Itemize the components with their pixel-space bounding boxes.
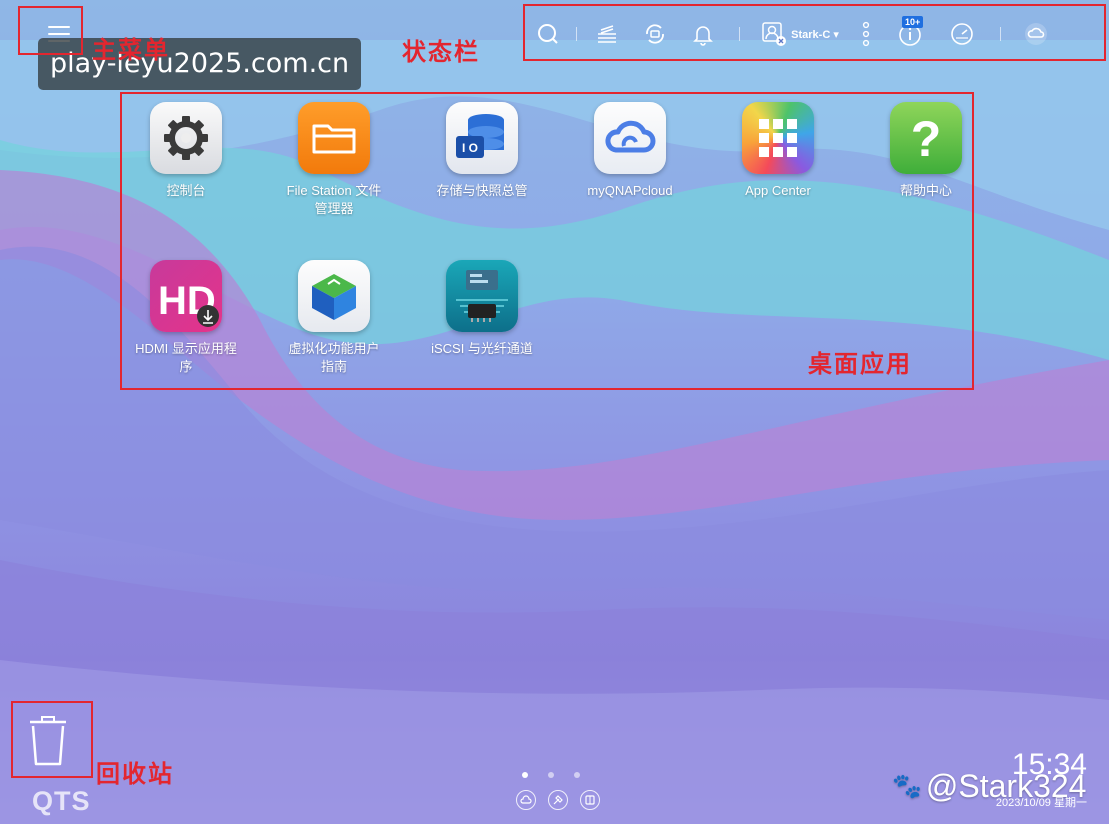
gauge-icon <box>951 23 973 45</box>
status-bar: Stark-C ▾ 10+ <box>526 8 1106 60</box>
app-virtualization-guide[interactable]: 虚拟化功能用户 指南 <box>270 260 398 376</box>
desktop-apps: 控制台 File Station 文件 管理器 I O 存储与快照总管 myQN… <box>122 94 972 388</box>
page-dot-3[interactable] <box>574 772 580 778</box>
svg-text:?: ? <box>911 111 942 167</box>
app-hdmi-display[interactable]: HD HDMI 显示应用程 序 <box>122 260 250 376</box>
desktop-page-indicator <box>522 772 580 778</box>
search-button[interactable] <box>526 14 570 54</box>
server-icon <box>446 260 518 332</box>
app-help-center[interactable]: ? 帮助中心 <box>862 102 990 200</box>
cloud-icon <box>594 102 666 174</box>
app-file-station[interactable]: File Station 文件 管理器 <box>270 102 398 218</box>
watermark-url: play-leyu2025.com.cn <box>38 38 362 90</box>
dock-button-cloud[interactable] <box>516 790 536 810</box>
app-app-center[interactable]: App Center <box>714 102 842 200</box>
app-myqnapcloud[interactable]: myQNAPcloud <box>566 102 694 200</box>
sync-button[interactable] <box>631 14 679 54</box>
annotation-label-status-bar: 状态栏 <box>402 37 480 66</box>
qts-logo: QTS <box>32 786 91 816</box>
app-iscsi-fc[interactable]: iSCSI 与光纤通道 <box>418 260 546 358</box>
app-label: 控制台 <box>166 183 206 198</box>
hd-icon: HD <box>150 260 222 332</box>
clock-time: 15:34 <box>1011 748 1087 781</box>
app-label: iSCSI 与光纤通道 <box>431 341 533 356</box>
app-control-panel[interactable]: 控制台 <box>122 102 250 200</box>
page-dot-1[interactable] <box>522 772 528 778</box>
app-label: HDMI 显示应用程 序 <box>135 341 237 374</box>
more-vertical-icon <box>862 21 870 47</box>
notifications-button[interactable] <box>679 14 727 54</box>
gear-icon <box>150 102 222 174</box>
page-dot-2[interactable] <box>548 772 554 778</box>
myqnapcloud-status-button[interactable] <box>1013 14 1059 54</box>
weibo-paw-icon: 🐾 <box>892 773 922 800</box>
app-label: App Center <box>745 183 811 198</box>
folder-icon <box>298 102 370 174</box>
background-tasks-button[interactable] <box>583 14 631 54</box>
recycle-bin[interactable] <box>24 712 72 768</box>
status-separator <box>576 27 577 41</box>
status-separator <box>1000 27 1001 41</box>
app-label: File Station 文件 管理器 <box>286 183 382 216</box>
window-icon <box>585 795 595 805</box>
database-icon: I O <box>446 102 518 174</box>
trash-icon <box>30 716 66 766</box>
system-info-button[interactable]: 10+ <box>884 14 936 54</box>
svg-text:I O: I O <box>462 141 478 155</box>
dock <box>516 790 600 810</box>
app-label: myQNAPcloud <box>587 183 673 198</box>
app-storage-snapshots[interactable]: I O 存储与快照总管 <box>418 102 546 200</box>
bell-icon <box>693 26 713 46</box>
clock-date: 2023/10/09 星期一 <box>995 797 1087 809</box>
app-label: 存储与快照总管 <box>436 183 528 198</box>
user-icon <box>762 22 787 46</box>
search-icon <box>538 24 558 44</box>
app-label: 虚拟化功能用户 指南 <box>288 341 380 374</box>
user-name: Stark-C ▾ <box>791 28 839 41</box>
cloud-icon <box>1025 23 1047 45</box>
tasks-icon <box>598 25 616 43</box>
sync-icon <box>646 24 664 44</box>
app-grid-icon <box>742 102 814 174</box>
annotation-label-recycle-bin: 回收站 <box>96 759 174 788</box>
cloud-icon <box>520 795 532 804</box>
dock-button-tools[interactable] <box>548 790 568 810</box>
more-options-button[interactable] <box>848 14 884 54</box>
resource-monitor-button[interactable] <box>936 14 988 54</box>
app-label: 帮助中心 <box>899 183 952 198</box>
notification-count-badge: 10+ <box>902 16 924 28</box>
question-icon: ? <box>890 102 962 174</box>
status-separator <box>739 27 740 41</box>
tools-icon <box>553 795 563 805</box>
cube-icon <box>298 260 370 332</box>
dock-button-windows[interactable] <box>580 790 600 810</box>
annotation-label-main-menu: 主菜单 <box>92 35 170 64</box>
user-menu-button[interactable]: Stark-C ▾ <box>752 14 848 54</box>
